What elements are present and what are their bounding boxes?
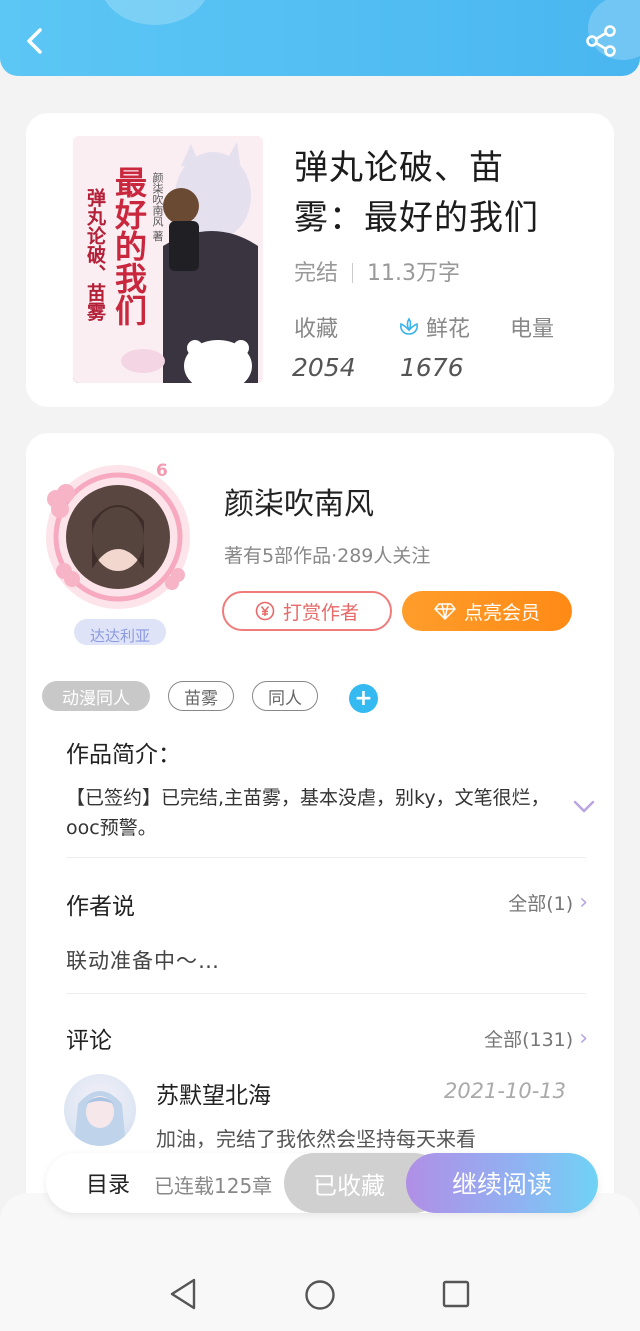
stat-label-favorites: 收藏 [294,317,339,342]
avatar-illustration [74,1091,126,1146]
toc-button[interactable]: 目录 [86,1167,130,1199]
intro-title: 作品简介： [66,742,181,768]
chevron-left-icon[interactable] [18,24,52,58]
vip-button[interactable]: 点亮会员 [402,591,572,631]
stat-value-flowers: 1676 [400,353,464,382]
intro-text: 【已签约】已完结,主苗雾，基本没虐，别ky，文笔很烂，ooc预警。 [66,787,550,839]
divider [352,263,354,283]
author-avatar[interactable]: 6 达达利亚 [40,459,190,645]
stat-label-power: 电量 [510,317,555,342]
cover-author: 颜柒吹南风 著 [151,172,164,242]
continue-reading-label: 继续阅读 [451,1170,552,1199]
book-status: 完结 11.3万字 [294,255,460,287]
back-triangle-icon[interactable] [168,1277,198,1311]
home-circle-icon[interactable] [304,1279,336,1311]
divider [66,857,586,858]
author-note-text: 联动准备中～… [66,949,220,973]
tag-chip[interactable]: 苗雾 [168,681,234,711]
collected-label: 已收藏 [313,1171,385,1200]
comments-title: 评论 [66,1028,112,1054]
decor-bubble [100,0,210,25]
tip-author-label: 打赏作者 [282,601,359,624]
chevron-right-icon: › [579,890,588,915]
share-icon[interactable] [584,24,618,58]
cover-title: 最好的我们 [110,166,148,326]
top-app-bar [0,0,640,76]
add-tag-button[interactable]: + [349,684,378,713]
recent-apps-icon[interactable] [442,1280,470,1308]
comment-text: 加油，完结了我依然会坚持每天来看 [156,1127,476,1151]
author-badge: 达达利亚 [89,627,150,645]
chapter-count: 已连载125章 [154,1174,273,1198]
author-note-title: 作者说 [66,894,135,920]
tip-author-button[interactable]: 打赏作者 [222,591,392,631]
cover-subtitle: 弹丸论破、苗雾 [84,188,106,321]
stat-value-favorites: 2054 [292,353,356,382]
author-name[interactable]: 颜柒吹南风 [224,479,374,523]
author-meta: 著有5部作品·289人关注 [224,545,431,567]
book-title-line: 雾：最好的我们 [294,198,539,238]
stat-label-flowers: 鲜花 [398,311,470,343]
comments-all-label: 全部(131) [484,1029,574,1051]
book-cover[interactable]: 最好的我们 弹丸论破、苗雾 颜柒吹南风 著 [73,136,263,383]
book-title: 弹丸论破、苗 雾：最好的我们 [294,143,584,243]
action-bar: 目录 已连载125章 已收藏 继续阅读 [46,1153,598,1213]
tag-chip[interactable]: 动漫同人 [42,681,150,711]
author-level: 6 [156,461,168,481]
flower-icon [400,317,418,335]
comment-date: 2021-10-13 [443,1079,566,1103]
yen-coin-icon [255,601,275,621]
author-note-all-link[interactable]: 全部(1) › [508,889,588,916]
author-info-card: 6 达达利亚 颜柒吹南风 著有5部作品·289人关注 打赏作者 点亮会员 动漫同… [26,433,614,1233]
system-navigation-bar [0,1255,640,1331]
comments-all-link[interactable]: 全部(131) › [484,1025,588,1052]
book-title-line: 弹丸论破、苗 [294,148,504,188]
avatar-frame [46,465,190,645]
author-note-all-label: 全部(1) [508,893,574,915]
diamond-icon [434,603,456,620]
book-info-card: 最好的我们 弹丸论破、苗雾 颜柒吹南风 著 弹丸论破、苗 雾：最好的我们 完结 1… [26,113,614,407]
tag-chip[interactable]: 同人 [252,681,318,711]
comment-user[interactable]: 苏默望北海 [156,1076,271,1110]
chevron-right-icon: › [579,1026,588,1051]
avatar[interactable] [64,1074,136,1146]
vip-label: 点亮会员 [463,601,540,624]
status-text: 完结 [294,261,339,286]
chevron-down-icon[interactable] [572,799,596,815]
word-count: 11.3万字 [367,261,461,286]
stat-label-text: 鲜花 [426,317,471,342]
divider [66,993,586,994]
continue-reading-button[interactable]: 继续阅读 [406,1153,598,1213]
